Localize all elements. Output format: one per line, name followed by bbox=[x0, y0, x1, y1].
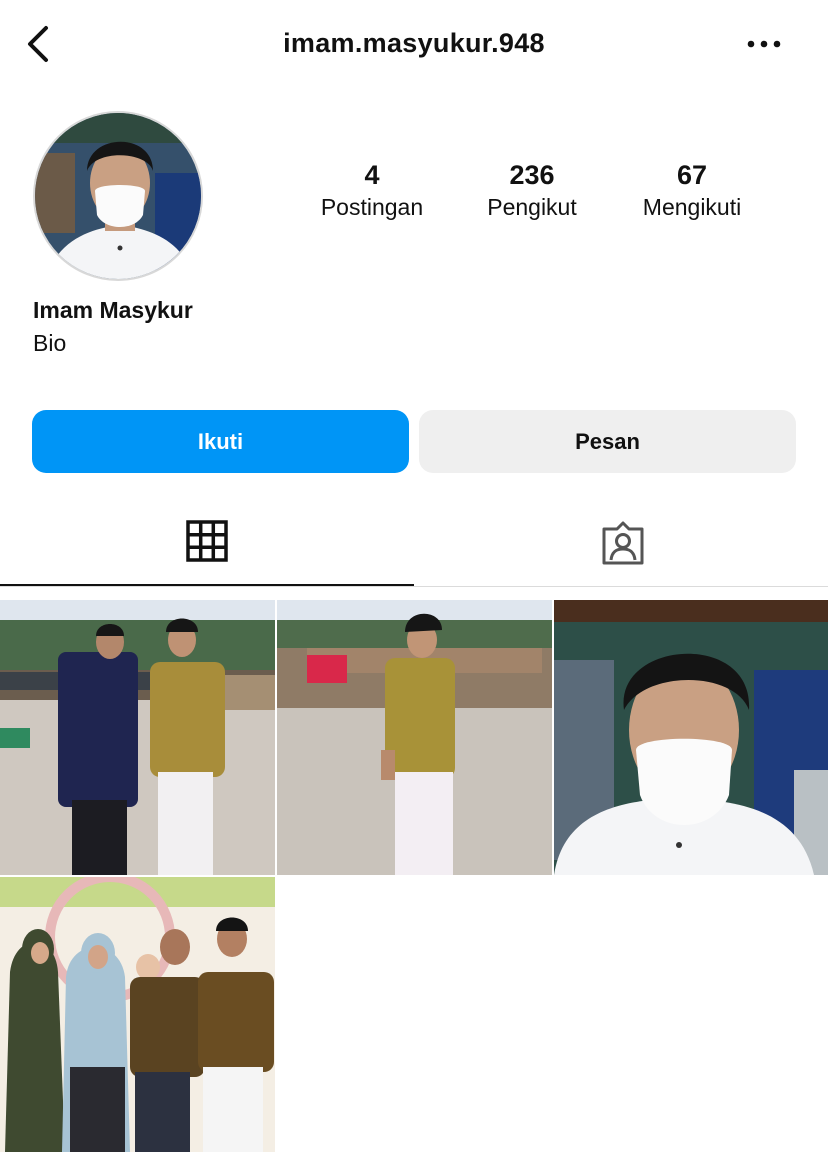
follow-button[interactable]: Ikuti bbox=[32, 410, 409, 473]
post-image bbox=[554, 600, 828, 875]
message-button[interactable]: Pesan bbox=[419, 410, 796, 473]
posts-stat[interactable]: 4 Postingan bbox=[292, 158, 452, 222]
posts-label: Postingan bbox=[320, 194, 424, 220]
post-thumbnail[interactable] bbox=[554, 600, 828, 875]
profile-bio: Bio bbox=[33, 330, 67, 356]
avatar-image bbox=[35, 113, 201, 279]
post-thumbnail[interactable] bbox=[0, 877, 275, 1152]
profile-stats: 4 Postingan 236 Pengikut 67 Mengikuti bbox=[290, 158, 780, 228]
post-thumbnail[interactable] bbox=[0, 600, 275, 875]
followers-count: 236 bbox=[509, 160, 555, 190]
post-image bbox=[277, 600, 552, 875]
grid-icon bbox=[186, 520, 228, 562]
post-image bbox=[0, 877, 275, 1152]
following-label: Mengikuti bbox=[642, 194, 742, 220]
profile-tabs bbox=[0, 500, 828, 587]
profile-full-name: Imam Masykur bbox=[33, 297, 193, 323]
post-thumbnail[interactable] bbox=[277, 600, 552, 875]
tab-posts-grid[interactable] bbox=[0, 500, 414, 586]
tagged-user-icon bbox=[602, 521, 644, 565]
more-horizontal-icon bbox=[747, 40, 781, 48]
followers-stat[interactable]: 236 Pengikut bbox=[452, 158, 612, 222]
following-count: 67 bbox=[676, 160, 708, 190]
following-stat[interactable]: 67 Mengikuti bbox=[612, 158, 772, 222]
posts-count: 4 bbox=[364, 160, 380, 190]
top-bar: imam.masyukur.948 bbox=[0, 0, 828, 90]
profile-username: imam.masyukur.948 bbox=[283, 28, 545, 58]
profile-avatar[interactable] bbox=[33, 111, 203, 281]
tab-tagged[interactable] bbox=[414, 500, 828, 586]
more-options-button[interactable] bbox=[744, 34, 784, 54]
post-image bbox=[0, 600, 275, 875]
followers-label: Pengikut bbox=[487, 194, 577, 220]
